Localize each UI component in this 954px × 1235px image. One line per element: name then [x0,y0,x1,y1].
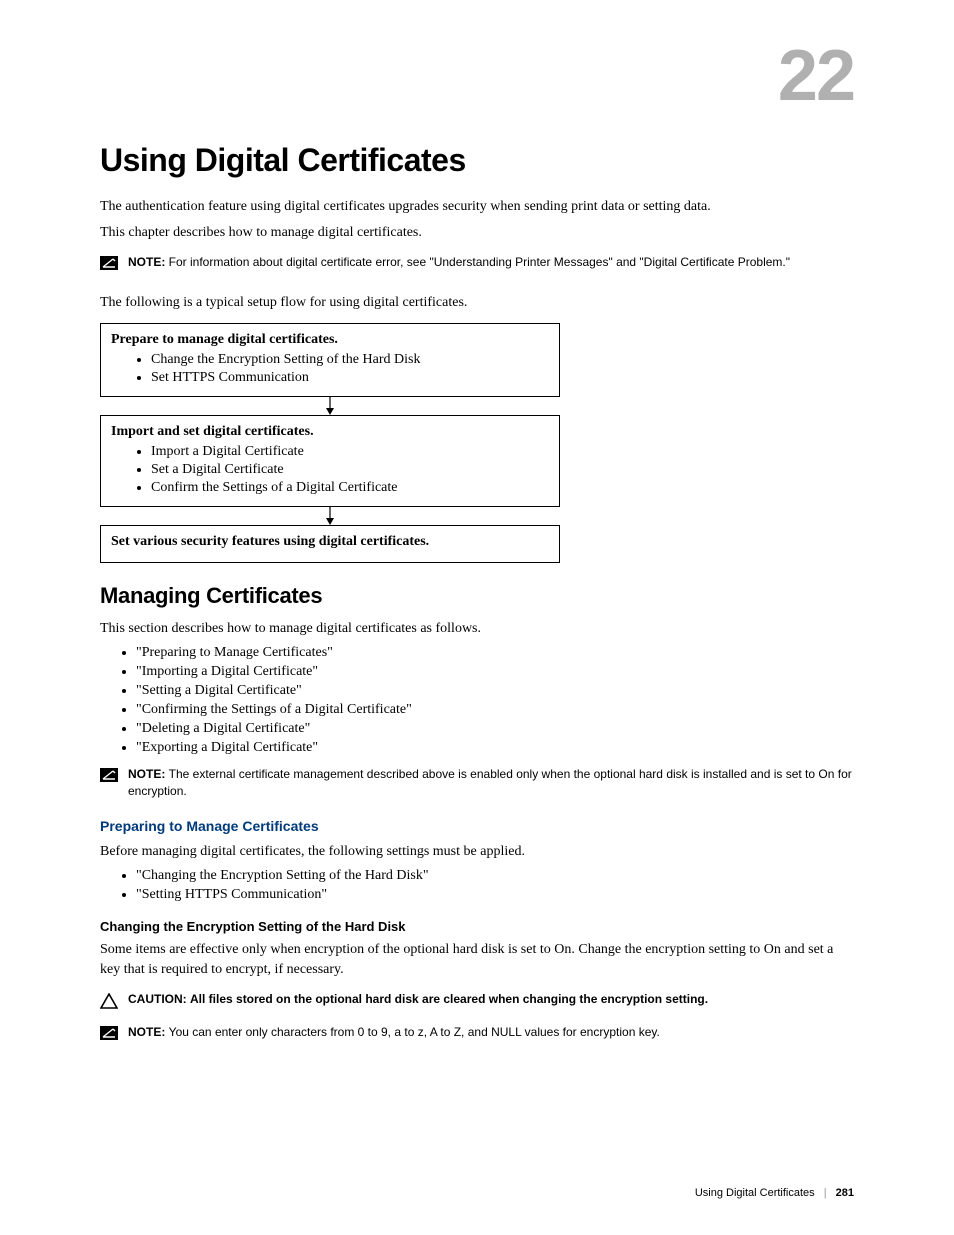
sub2-body: Some items are effective only when encry… [100,940,854,981]
note-1-text: NOTE: For information about digital cert… [128,254,790,271]
note-text: For information about digital certificat… [169,255,790,269]
caution-icon [100,993,118,1014]
note-3-text: NOTE: You can enter only characters from… [128,1024,660,1041]
footer-title: Using Digital Certificates [695,1187,815,1199]
flow-intro: The following is a typical setup flow fo… [100,293,854,313]
note-icon [100,1026,118,1045]
list-item: "Deleting a Digital Certificate" [136,721,854,737]
subheading-encryption: Changing the Encryption Setting of the H… [100,919,854,934]
flow-box-2-title: Import and set digital certificates. [111,424,549,440]
intro-paragraph-2: This chapter describes how to manage dig… [100,223,854,243]
sub1-list: "Changing the Encryption Setting of the … [100,868,854,903]
flow-box-3: Set various security features using digi… [100,525,560,563]
note-icon [100,768,118,787]
list-item: "Exporting a Digital Certificate" [136,740,854,756]
sub1-intro: Before managing digital certificates, th… [100,842,854,862]
flow-box-2-item: Import a Digital Certificate [151,444,549,460]
section-intro: This section describes how to manage dig… [100,619,854,639]
note-2: NOTE: The external certificate managemen… [100,766,854,800]
flow-box-1: Prepare to manage digital certificates. … [100,323,560,397]
flow-arrow [100,507,560,525]
flow-box-3-title: Set various security features using digi… [111,534,549,550]
section-list: "Preparing to Manage Certificates" "Impo… [100,645,854,756]
flow-box-2: Import and set digital certificates. Imp… [100,415,560,507]
note-icon [100,256,118,275]
note-1: NOTE: For information about digital cert… [100,254,854,275]
note-2-text: NOTE: The external certificate managemen… [128,766,854,800]
caution-1: CAUTION: All files stored on the optiona… [100,991,854,1014]
intro-paragraph-1: The authentication feature using digital… [100,197,854,217]
list-item: "Setting HTTPS Communication" [136,887,854,903]
list-item: "Changing the Encryption Setting of the … [136,868,854,884]
subheading-preparing: Preparing to Manage Certificates [100,818,854,834]
note-label: NOTE: [128,767,169,781]
flow-box-1-title: Prepare to manage digital certificates. [111,332,549,348]
note-3: NOTE: You can enter only characters from… [100,1024,854,1045]
note-label: NOTE: [128,1025,169,1039]
note-text: You can enter only characters from 0 to … [169,1025,660,1039]
page-footer: Using Digital Certificates | 281 [695,1187,854,1199]
caution-text: All files stored on the optional hard di… [190,992,708,1006]
list-item: "Importing a Digital Certificate" [136,664,854,680]
caution-label: CAUTION: [128,992,190,1006]
caution-1-text: CAUTION: All files stored on the optiona… [128,991,708,1008]
footer-separator: | [824,1187,827,1199]
list-item: "Preparing to Manage Certificates" [136,645,854,661]
flow-box-1-item: Change the Encryption Setting of the Har… [151,352,549,368]
flow-arrow [100,397,560,415]
list-item: "Setting a Digital Certificate" [136,683,854,699]
note-label: NOTE: [128,255,169,269]
page-title: Using Digital Certificates [100,142,854,179]
flow-box-2-item: Set a Digital Certificate [151,462,549,478]
footer-page-number: 281 [836,1187,854,1199]
section-heading-managing: Managing Certificates [100,583,854,609]
flow-box-2-item: Confirm the Settings of a Digital Certif… [151,480,549,496]
chapter-number: 22 [100,40,854,112]
list-item: "Confirming the Settings of a Digital Ce… [136,702,854,718]
flow-box-1-item: Set HTTPS Communication [151,370,549,386]
note-text: The external certificate management desc… [128,767,852,798]
